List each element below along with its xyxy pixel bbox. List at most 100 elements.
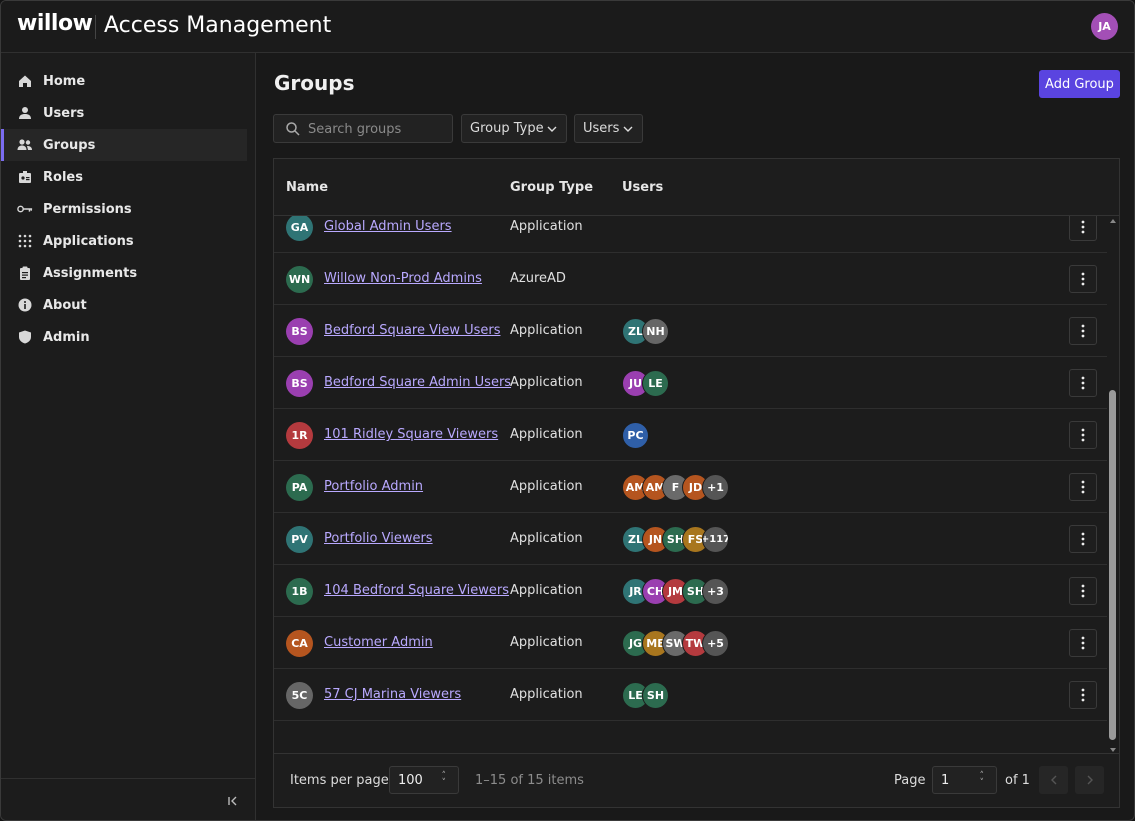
search-input[interactable]: Search groups (273, 114, 453, 143)
column-header-name[interactable]: Name (286, 180, 328, 195)
table-scrollbar[interactable] (1107, 216, 1119, 755)
users-filter[interactable]: Users (574, 114, 643, 143)
group-name-link[interactable]: Bedford Square Admin Users (324, 375, 511, 390)
table-row[interactable]: GA Global Admin Users Application (274, 216, 1109, 253)
row-actions-button[interactable] (1069, 369, 1097, 397)
table-row[interactable]: WN Willow Non-Prod Admins AzureAD (274, 253, 1109, 305)
sidebar-item-label: Users (43, 105, 85, 121)
sidebar-item-admin[interactable]: Admin (1, 321, 247, 353)
more-users-badge[interactable]: +3 (702, 578, 729, 605)
more-vertical-icon (1081, 376, 1085, 390)
table-row[interactable]: BS Bedford Square View Users Application ZL… (274, 305, 1109, 357)
scroll-up-arrow-icon[interactable] (1110, 219, 1116, 223)
next-page-button[interactable] (1075, 766, 1104, 794)
more-vertical-icon (1081, 636, 1085, 650)
group-type: Application (510, 375, 583, 390)
row-actions-button[interactable] (1069, 473, 1097, 501)
sidebar-item-home[interactable]: Home (1, 65, 247, 97)
items-per-page-label: Items per page (290, 773, 389, 788)
table-row[interactable]: 1R 101 Ridley Square Viewers Application PC (274, 409, 1109, 461)
more-users-badge[interactable]: +5 (702, 630, 729, 657)
column-header-users[interactable]: Users (622, 180, 663, 195)
column-header-group-type[interactable]: Group Type (510, 180, 593, 195)
table-row[interactable]: PA Portfolio Admin Application AM AM F JD +1 (274, 461, 1109, 513)
sidebar-footer (1, 778, 255, 820)
grid-icon (17, 233, 33, 249)
willow-logo[interactable]: willow (17, 11, 93, 36)
row-actions-button[interactable] (1069, 317, 1097, 345)
previous-page-button[interactable] (1039, 766, 1068, 794)
row-actions-button[interactable] (1069, 577, 1097, 605)
sidebar-item-assignments[interactable]: Assignments (1, 257, 247, 289)
items-per-page-value: 100 (398, 772, 423, 788)
group-type-filter[interactable]: Group Type (461, 114, 567, 143)
sidebar-item-users[interactable]: Users (1, 97, 247, 129)
more-vertical-icon (1081, 324, 1085, 338)
sidebar-item-applications[interactable]: Applications (1, 225, 247, 257)
group-name-link[interactable]: Portfolio Viewers (324, 531, 433, 546)
user-avatar[interactable]: JA (1091, 13, 1118, 40)
row-actions-button[interactable] (1069, 265, 1097, 293)
group-avatar: BS (286, 370, 313, 397)
key-icon (17, 201, 33, 217)
user-avatar[interactable]: SH (642, 682, 669, 709)
groups-table: Name Group Type Users GA Global Admin Use… (273, 158, 1120, 808)
more-users-badge[interactable]: +117 (702, 526, 729, 553)
sidebar-item-label: Groups (43, 137, 96, 153)
group-name-link[interactable]: 57 CJ Marina Viewers (324, 687, 461, 702)
table-row[interactable]: PV Portfolio Viewers Application ZL JN SH FS +1… (274, 513, 1109, 565)
user-avatar[interactable]: NH (642, 318, 669, 345)
scroll-down-arrow-icon[interactable] (1110, 748, 1116, 752)
group-name-link[interactable]: 104 Bedford Square Viewers (324, 583, 509, 598)
home-icon (17, 73, 33, 89)
sidebar-item-label: Assignments (43, 265, 138, 281)
page-select[interactable]: 1 ˄ ˅ (932, 766, 997, 794)
row-actions-button[interactable] (1069, 629, 1097, 657)
group-type: AzureAD (510, 271, 566, 286)
sidebar-item-permissions[interactable]: Permissions (1, 193, 247, 225)
search-placeholder: Search groups (308, 122, 402, 137)
items-per-page-select[interactable]: 100 ˄ ˅ (389, 766, 459, 794)
sidebar-item-label: Roles (43, 169, 83, 185)
row-actions-button[interactable] (1069, 681, 1097, 709)
table-row[interactable]: 1B 104 Bedford Square Viewers Application J… (274, 565, 1109, 617)
group-name-link[interactable]: Global Admin Users (324, 219, 452, 234)
top-bar: willow Access Management JA (1, 1, 1134, 53)
table-row[interactable]: 5C 57 CJ Marina Viewers Application LE SH (274, 669, 1109, 721)
user-avatar[interactable]: LE (642, 370, 669, 397)
add-group-button[interactable]: Add Group (1039, 70, 1120, 98)
logo-divider (95, 15, 96, 39)
more-users-badge[interactable]: +1 (702, 474, 729, 501)
items-range-text: 1–15 of 15 items (475, 773, 584, 788)
scroll-thumb[interactable] (1109, 390, 1116, 740)
sidebar-item-about[interactable]: About (1, 289, 247, 321)
group-avatar: 1B (286, 578, 313, 605)
more-vertical-icon (1081, 272, 1085, 286)
shield-icon (17, 329, 33, 345)
group-name-link[interactable]: 101 Ridley Square Viewers (324, 427, 498, 442)
user-avatar-stack: JR CH JM SH +3 (622, 578, 729, 605)
collapse-sidebar-icon[interactable] (225, 793, 241, 809)
row-actions-button[interactable] (1069, 421, 1097, 449)
sidebar-nav: Home Users Groups Roles Permissions Applicati… (1, 53, 255, 353)
user-avatar-stack: ZL JN SH FS +117 (622, 526, 729, 553)
group-name-link[interactable]: Willow Non-Prod Admins (324, 271, 482, 286)
group-avatar: PV (286, 526, 313, 553)
page-title: Groups (274, 71, 355, 95)
user-avatar-stack: AM AM F JD +1 (622, 474, 729, 501)
table-row[interactable]: CA Customer Admin Application JG ME SW TW +5 (274, 617, 1109, 669)
group-type: Application (510, 583, 583, 598)
group-name-link[interactable]: Bedford Square View Users (324, 323, 500, 338)
group-name-link[interactable]: Portfolio Admin (324, 479, 423, 494)
more-vertical-icon (1081, 220, 1085, 234)
app-title: Access Management (104, 13, 332, 38)
group-type-filter-label: Group Type (470, 121, 544, 136)
group-name-link[interactable]: Customer Admin (324, 635, 433, 650)
sidebar-item-groups[interactable]: Groups (1, 129, 247, 161)
user-avatar[interactable]: PC (622, 422, 649, 449)
row-actions-button[interactable] (1069, 525, 1097, 553)
table-row[interactable]: BS Bedford Square Admin Users Application J… (274, 357, 1109, 409)
row-actions-button[interactable] (1069, 216, 1097, 241)
sidebar-item-roles[interactable]: Roles (1, 161, 247, 193)
table-body[interactable]: GA Global Admin Users Application WN Willow … (274, 216, 1109, 755)
